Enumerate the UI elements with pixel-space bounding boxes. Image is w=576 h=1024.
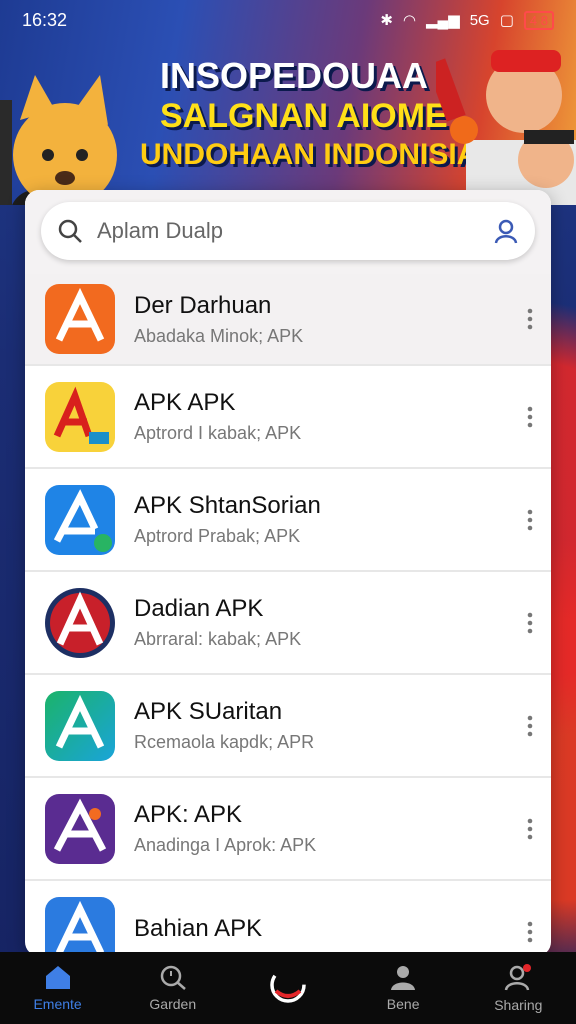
search-input[interactable]: Aplam Dualp [97, 218, 479, 244]
nav-item-garden[interactable]: Garden [123, 964, 223, 1012]
app-title: APK ShtanSorian [134, 492, 321, 519]
list-item[interactable]: APK: APK Anadinga I Aprok: APK [25, 778, 551, 881]
profile-icon [391, 966, 416, 990]
app-subtitle: Aptrord Prabak; APK [134, 526, 301, 546]
more-icon[interactable] [527, 921, 533, 943]
app-icon [45, 284, 115, 354]
nav-label: Emente [33, 996, 82, 1012]
app-icon [45, 381, 115, 452]
nav-item-sharing[interactable]: Sharing [468, 963, 568, 1013]
list-item[interactable]: APK SUaritan Rcemaola kapdk; APR [25, 675, 551, 778]
nav-item-center[interactable] [238, 965, 338, 1011]
app-subtitle: Abadaka Minok; APK [134, 325, 304, 346]
signal-icon: ▂▄▆ [426, 12, 460, 29]
wifi-icon: ◠ [402, 12, 417, 29]
app-subtitle: Aptrord I kabak; APK [134, 423, 302, 443]
app-title: Bahian APK [134, 914, 263, 942]
status-bar: 16:32 ✱ ◠ ▂▄▆ 5G ▢ 4 8 [0, 0, 576, 40]
list-item[interactable]: APK APK Aptrord I kabak; APK [25, 366, 551, 469]
more-icon[interactable] [527, 406, 533, 428]
app-title: APK SUaritan [134, 698, 283, 725]
app-list-card: Aplam Dualp Der Darhuan Abadaka Minok; A… [25, 190, 551, 956]
network-label: 5G [469, 11, 490, 29]
account-icon[interactable] [493, 218, 519, 244]
list-item[interactable]: Der Darhuan Abadaka Minok; APK [25, 274, 551, 366]
nav-label: Garden [149, 996, 197, 1012]
more-icon[interactable] [527, 509, 533, 531]
status-icons: ✱ ◠ ▂▄▆ 5G ▢ 4 8 [380, 10, 554, 30]
screen-icon: ▢ [499, 12, 514, 29]
search-bar[interactable]: Aplam Dualp [41, 202, 535, 260]
banner-line-2: SALGNAN AIOME [160, 97, 448, 135]
nav-label: Sharing [494, 997, 543, 1013]
nav-item-bene[interactable]: Bene [353, 964, 453, 1012]
bluetooth-icon: ✱ [380, 12, 393, 29]
bottom-nav: Emente Garden Bene Sharing [0, 952, 576, 1024]
home-icon [45, 966, 70, 989]
battery-icon: 4 8 [523, 10, 554, 30]
app-icon [45, 793, 115, 864]
people-illustration [436, 50, 576, 205]
app-icon [45, 587, 115, 658]
app-subtitle: Abrraral: kabak; APK [134, 629, 302, 649]
sharing-icon [505, 964, 532, 991]
search-clock-icon [160, 965, 186, 990]
app-subtitle: Rcemaola kapdk; APR [134, 732, 315, 752]
nav-label: Bene [386, 996, 420, 1012]
list-item[interactable]: APK ShtanSorian Aptrord Prabak; APK [25, 469, 551, 572]
app-subtitle: Anadinga I Aprok: APK [134, 835, 317, 855]
list-item[interactable]: Bahian APK [25, 881, 551, 956]
mascot-illustration [0, 75, 117, 205]
center-logo-icon [270, 967, 306, 1003]
nav-item-home[interactable]: Emente [8, 964, 108, 1012]
app-title: APK APK [134, 389, 236, 416]
more-icon[interactable] [527, 818, 533, 840]
more-icon[interactable] [527, 715, 533, 737]
app-title: Der Darhuan [134, 291, 272, 319]
app-icon [45, 484, 115, 555]
search-area: Aplam Dualp [25, 190, 551, 274]
status-time: 16:32 [22, 9, 68, 30]
more-icon[interactable] [527, 612, 533, 634]
app-icon [45, 690, 115, 761]
banner-line-1: INSOPEDOUAA [160, 55, 429, 96]
list-item[interactable]: Dadian APK Abrraral: kabak; APK [25, 572, 551, 675]
search-icon [58, 219, 82, 243]
app-icon [45, 896, 115, 956]
banner-line-3: UNDOHAAN INDONISIA [140, 138, 479, 171]
app-title: Dadian APK [134, 595, 264, 622]
more-icon[interactable] [527, 308, 533, 330]
app-title: APK: APK [134, 801, 243, 828]
